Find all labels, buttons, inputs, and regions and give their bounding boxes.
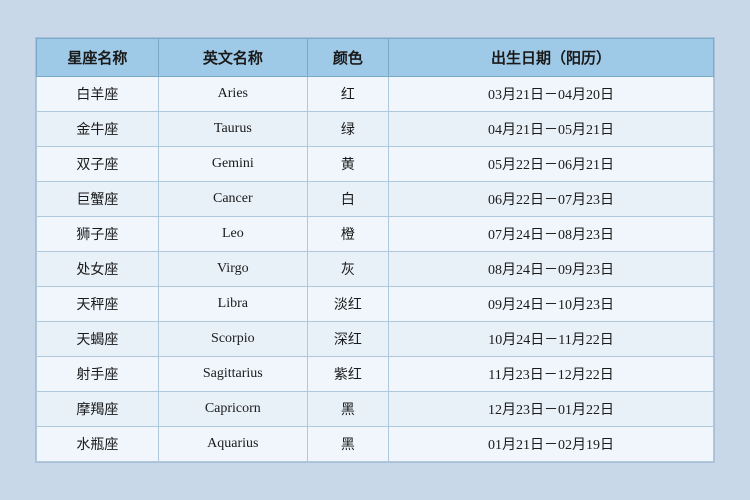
cell-en: Aries xyxy=(158,77,307,112)
table-body: 白羊座Aries红03月21日－04月20日金牛座Taurus绿04月21日－0… xyxy=(37,77,714,462)
cell-date: 09月24日－10月23日 xyxy=(389,287,714,322)
table-row: 水瓶座Aquarius黑01月21日－02月19日 xyxy=(37,427,714,462)
cell-color: 黑 xyxy=(307,427,388,462)
cell-date: 04月21日－05月21日 xyxy=(389,112,714,147)
table-row: 金牛座Taurus绿04月21日－05月21日 xyxy=(37,112,714,147)
cell-cn: 摩羯座 xyxy=(37,392,159,427)
zodiac-table-container: 星座名称 英文名称 颜色 出生日期（阳历） 白羊座Aries红03月21日－04… xyxy=(35,37,715,463)
cell-cn: 天秤座 xyxy=(37,287,159,322)
cell-date: 06月22日－07月23日 xyxy=(389,182,714,217)
table-header-row: 星座名称 英文名称 颜色 出生日期（阳历） xyxy=(37,39,714,77)
cell-en: Cancer xyxy=(158,182,307,217)
header-cn: 星座名称 xyxy=(37,39,159,77)
header-color: 颜色 xyxy=(307,39,388,77)
cell-en: Capricorn xyxy=(158,392,307,427)
table-row: 天蝎座Scorpio深红10月24日－11月22日 xyxy=(37,322,714,357)
cell-en: Scorpio xyxy=(158,322,307,357)
cell-color: 黄 xyxy=(307,147,388,182)
cell-color: 白 xyxy=(307,182,388,217)
cell-date: 07月24日－08月23日 xyxy=(389,217,714,252)
cell-cn: 处女座 xyxy=(37,252,159,287)
cell-color: 淡红 xyxy=(307,287,388,322)
cell-cn: 双子座 xyxy=(37,147,159,182)
zodiac-table: 星座名称 英文名称 颜色 出生日期（阳历） 白羊座Aries红03月21日－04… xyxy=(36,38,714,462)
table-row: 摩羯座Capricorn黑12月23日－01月22日 xyxy=(37,392,714,427)
cell-date: 10月24日－11月22日 xyxy=(389,322,714,357)
cell-cn: 金牛座 xyxy=(37,112,159,147)
table-row: 巨蟹座Cancer白06月22日－07月23日 xyxy=(37,182,714,217)
cell-en: Libra xyxy=(158,287,307,322)
cell-date: 12月23日－01月22日 xyxy=(389,392,714,427)
table-row: 天秤座Libra淡红09月24日－10月23日 xyxy=(37,287,714,322)
header-date: 出生日期（阳历） xyxy=(389,39,714,77)
cell-cn: 水瓶座 xyxy=(37,427,159,462)
cell-date: 08月24日－09月23日 xyxy=(389,252,714,287)
table-row: 白羊座Aries红03月21日－04月20日 xyxy=(37,77,714,112)
cell-en: Aquarius xyxy=(158,427,307,462)
cell-date: 01月21日－02月19日 xyxy=(389,427,714,462)
cell-date: 05月22日－06月21日 xyxy=(389,147,714,182)
table-row: 射手座Sagittarius紫红11月23日－12月22日 xyxy=(37,357,714,392)
cell-color: 黑 xyxy=(307,392,388,427)
table-row: 处女座Virgo灰08月24日－09月23日 xyxy=(37,252,714,287)
cell-en: Taurus xyxy=(158,112,307,147)
header-en: 英文名称 xyxy=(158,39,307,77)
cell-en: Virgo xyxy=(158,252,307,287)
cell-cn: 白羊座 xyxy=(37,77,159,112)
cell-date: 03月21日－04月20日 xyxy=(389,77,714,112)
cell-cn: 狮子座 xyxy=(37,217,159,252)
cell-color: 紫红 xyxy=(307,357,388,392)
table-row: 双子座Gemini黄05月22日－06月21日 xyxy=(37,147,714,182)
cell-date: 11月23日－12月22日 xyxy=(389,357,714,392)
cell-en: Leo xyxy=(158,217,307,252)
table-row: 狮子座Leo橙07月24日－08月23日 xyxy=(37,217,714,252)
cell-color: 深红 xyxy=(307,322,388,357)
cell-color: 灰 xyxy=(307,252,388,287)
cell-color: 红 xyxy=(307,77,388,112)
cell-en: Sagittarius xyxy=(158,357,307,392)
cell-color: 绿 xyxy=(307,112,388,147)
cell-en: Gemini xyxy=(158,147,307,182)
cell-cn: 天蝎座 xyxy=(37,322,159,357)
cell-cn: 射手座 xyxy=(37,357,159,392)
cell-color: 橙 xyxy=(307,217,388,252)
cell-cn: 巨蟹座 xyxy=(37,182,159,217)
